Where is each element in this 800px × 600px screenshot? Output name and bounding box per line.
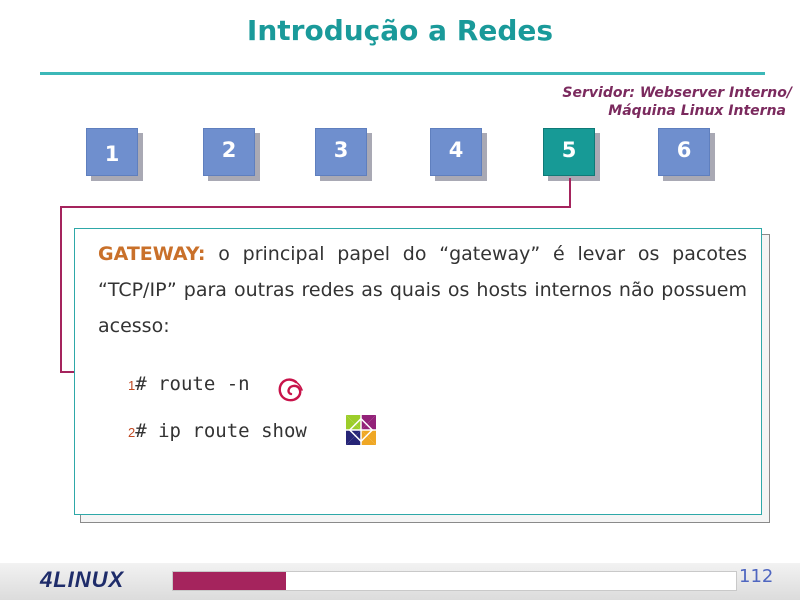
command-2: 2# ip route show [128, 420, 307, 442]
page-number: 112 [739, 566, 774, 587]
slide-title: Introdução a Redes [246, 14, 554, 47]
slide-subtitle: Servidor: Webserver Interno/ Máquina Lin… [430, 84, 792, 120]
centos-pinwheel-icon [340, 412, 382, 448]
step-3[interactable]: 3 [315, 128, 367, 176]
slide-progress-fill [173, 572, 286, 590]
command-text: # route -n [135, 373, 250, 395]
title-divider [40, 72, 765, 75]
subtitle-line-1: Servidor: Webserver Interno/ [562, 85, 792, 101]
subtitle-line-2: Máquina Linux Interna [608, 103, 786, 119]
step-4[interactable]: 4 [430, 128, 482, 176]
command-1: 1# route -n [128, 373, 250, 395]
step-1[interactable]: 1 [86, 128, 138, 176]
step-5[interactable]: 5 [543, 128, 595, 176]
gateway-keyword: GATEWAY: [98, 243, 206, 265]
debian-swirl-icon [272, 372, 310, 410]
slide-progress-bar [172, 571, 737, 591]
step-6[interactable]: 6 [658, 128, 710, 176]
brand-logo: 4LINUX [40, 567, 125, 592]
gateway-description: GATEWAY: o principal papel do “gateway” … [98, 236, 747, 344]
step-2[interactable]: 2 [203, 128, 255, 176]
command-text: # ip route show [135, 420, 307, 442]
